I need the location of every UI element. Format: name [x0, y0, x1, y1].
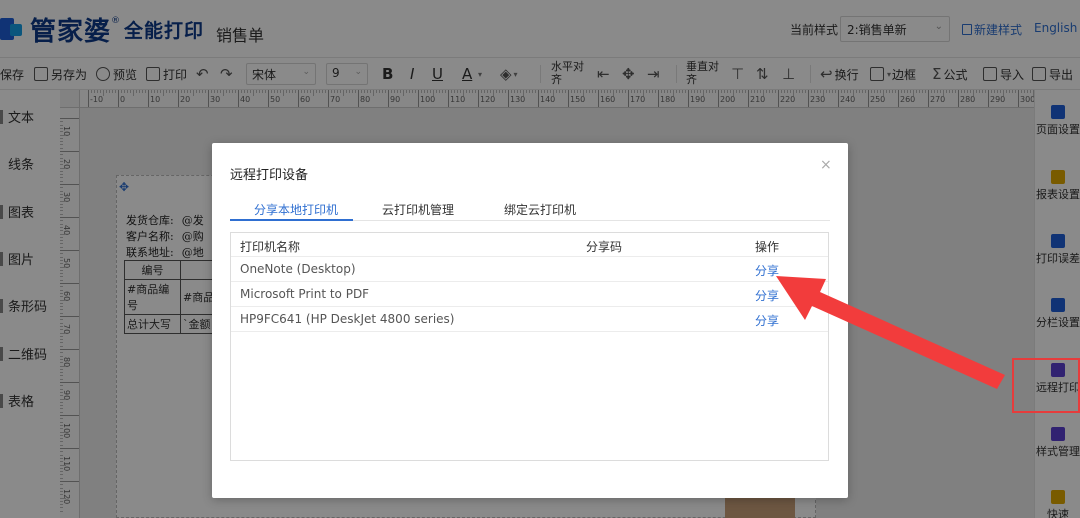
tab-share-local-printer[interactable]: 分享本地打印机: [254, 201, 338, 218]
share-button[interactable]: 分享: [755, 287, 779, 304]
table-row: Microsoft Print to PDF 分享: [231, 282, 828, 307]
column-printer-name: 打印机名称: [240, 240, 301, 254]
dialog-title: 远程打印设备: [230, 168, 309, 183]
printer-name: Microsoft Print to PDF: [240, 287, 370, 301]
share-button[interactable]: 分享: [755, 262, 779, 279]
tab-cloud-printer-management[interactable]: 云打印机管理: [382, 201, 454, 218]
share-button[interactable]: 分享: [755, 312, 779, 329]
printer-name: OneNote (Desktop): [240, 262, 356, 276]
remote-print-dialog: 远程打印设备 × 分享本地打印机 云打印机管理 绑定云打印机 打印机名称 分享码…: [212, 143, 848, 498]
annotation-highlight-box: [1012, 358, 1080, 413]
tab-bind-cloud-printer[interactable]: 绑定云打印机: [504, 201, 576, 218]
dialog-tabs: 分享本地打印机 云打印机管理 绑定云打印机: [230, 195, 830, 221]
table-row: HP9FC641 (HP DeskJet 4800 series) 分享: [231, 307, 828, 332]
column-share-code: 分享码: [586, 240, 623, 254]
printer-name: HP9FC641 (HP DeskJet 4800 series): [240, 312, 455, 326]
active-tab-indicator: [230, 219, 353, 221]
table-row: OneNote (Desktop) 分享: [231, 257, 828, 282]
column-action: 操作: [755, 240, 780, 254]
table-header: 打印机名称 分享码 操作: [231, 233, 828, 257]
printer-table: 打印机名称 分享码 操作 OneNote (Desktop) 分享 Micros…: [230, 232, 829, 461]
close-icon[interactable]: ×: [820, 157, 832, 173]
